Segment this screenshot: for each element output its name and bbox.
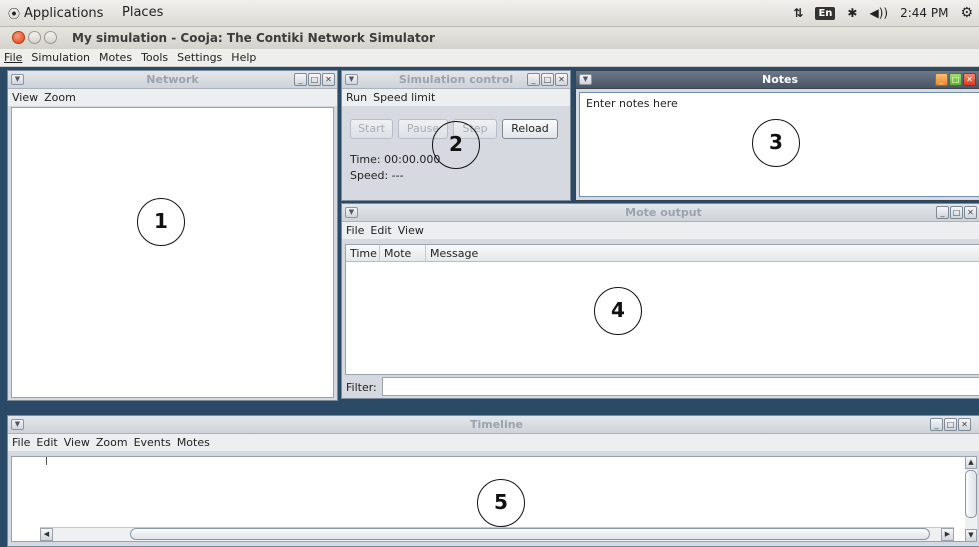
scroll-right-icon[interactable]: ▶ [941, 528, 954, 541]
minimize-icon[interactable]: _ [936, 206, 949, 219]
marker-5: 5 [477, 479, 525, 527]
menu-simulation[interactable]: Simulation [31, 49, 90, 66]
maximize-window-button[interactable] [44, 31, 57, 44]
simulation-control-menubar: Run Speed limit [342, 89, 570, 106]
maximize-icon[interactable]: □ [950, 206, 963, 219]
simulation-time: Time: 00:00.000 [350, 153, 441, 166]
time-cursor [46, 457, 47, 465]
window-title-bar[interactable]: My simulation - Cooja: The Contiki Netwo… [0, 27, 979, 49]
notes-title-bar[interactable]: ▼ Notes _ □ ✕ [576, 71, 979, 89]
minimize-icon[interactable]: _ [527, 73, 540, 86]
sim-menu-speed-limit[interactable]: Speed limit [373, 89, 435, 106]
menu-tools[interactable]: Tools [141, 49, 168, 66]
horizontal-scrollbar[interactable]: ◀ ▶ [40, 527, 954, 541]
scroll-up-icon[interactable]: ▲ [965, 456, 977, 469]
close-icon[interactable]: ✕ [555, 73, 568, 86]
close-icon[interactable]: ✕ [322, 73, 335, 86]
timeline-title: Timeline [469, 418, 524, 431]
network-title: Network [146, 73, 199, 86]
column-header-message[interactable]: Message [426, 245, 979, 262]
timeline-menu-motes[interactable]: Motes [177, 434, 210, 451]
menu-file[interactable]: File [4, 49, 22, 66]
menu-help[interactable]: Help [231, 49, 256, 66]
timeline-menubar: File Edit View Zoom Events Motes [8, 434, 979, 451]
volume-icon[interactable]: ◀)) [869, 6, 888, 20]
applications-menu[interactable]: ⦿ Applications [8, 5, 103, 22]
filter-label: Filter: [346, 381, 377, 394]
places-menu[interactable]: Places [122, 5, 163, 20]
settings-gear-icon[interactable]: ⚙ [960, 5, 973, 21]
network-icon[interactable]: ⇅ [793, 6, 803, 20]
mote-menu-view[interactable]: View [398, 222, 424, 239]
notes-title: Notes [761, 73, 799, 86]
system-tray: ⇅ En ✱ ◀)) 2:44 PM ⚙ [793, 5, 973, 21]
close-icon[interactable]: ✕ [958, 418, 971, 431]
simulation-control-title-bar[interactable]: ▼ Simulation control _ □ ✕ [342, 71, 570, 89]
maximize-icon[interactable]: □ [541, 73, 554, 86]
timeline-title-bar[interactable]: ▼ Timeline _ □ ✕ [8, 416, 979, 434]
vertical-scrollbar[interactable]: ▲ ▼ [965, 456, 977, 542]
minimize-icon[interactable]: _ [294, 73, 307, 86]
mote-output-title-bar[interactable]: ▼ Mote output _ □ ✕ [342, 204, 979, 222]
bluetooth-icon[interactable]: ✱ [847, 6, 857, 20]
marker-1: 1 [137, 198, 185, 246]
sim-menu-run[interactable]: Run [346, 89, 367, 106]
close-icon[interactable]: ✕ [964, 206, 977, 219]
scroll-down-icon[interactable]: ▼ [965, 529, 977, 542]
timeline-menu-view[interactable]: View [64, 434, 90, 451]
window-title: My simulation - Cooja: The Contiki Netwo… [72, 31, 435, 45]
vertical-scroll-thumb[interactable] [965, 470, 977, 518]
network-title-bar[interactable]: ▼ Network _ □ ✕ [8, 71, 337, 89]
top-panel: ⦿ Applications Places ⇅ En ✱ ◀)) 2:44 PM… [0, 0, 979, 27]
minimize-window-button[interactable] [28, 31, 41, 44]
maximize-icon[interactable]: □ [944, 418, 957, 431]
mote-output-table[interactable]: Time Mote Message [345, 244, 979, 375]
close-window-button[interactable] [12, 31, 25, 44]
timeline-menu-zoom[interactable]: Zoom [96, 434, 128, 451]
column-header-time[interactable]: Time [346, 245, 380, 262]
close-icon[interactable]: ✕ [963, 73, 976, 86]
menu-motes[interactable]: Motes [99, 49, 132, 66]
scroll-left-icon[interactable]: ◀ [40, 528, 53, 541]
minimize-icon[interactable]: _ [930, 418, 943, 431]
mote-menu-file[interactable]: File [346, 222, 364, 239]
start-button[interactable]: Start [350, 119, 393, 139]
mote-menu-edit[interactable]: Edit [370, 222, 391, 239]
mote-output-frame: ▼ Mote output _ □ ✕ File Edit View Time … [341, 203, 979, 399]
ubuntu-logo-icon: ⦿ [8, 7, 21, 21]
network-menu-view[interactable]: View [12, 89, 38, 106]
maximize-icon[interactable]: □ [949, 73, 962, 86]
timeline-menu-edit[interactable]: Edit [36, 434, 57, 451]
simulation-speed: Speed: --- [350, 169, 404, 182]
marker-4: 4 [594, 287, 642, 335]
minimize-icon[interactable]: _ [935, 73, 948, 86]
marker-3: 3 [752, 119, 800, 167]
timeline-menu-file[interactable]: File [12, 434, 30, 451]
mote-output-title: Mote output [625, 206, 702, 219]
horizontal-scroll-thumb[interactable] [130, 528, 930, 540]
filter-input[interactable] [382, 377, 979, 396]
network-menu-zoom[interactable]: Zoom [44, 89, 76, 106]
marker-2: 2 [432, 121, 480, 169]
maximize-icon[interactable]: □ [308, 73, 321, 86]
keyboard-layout-indicator[interactable]: En [815, 6, 836, 20]
main-menubar: File Simulation Motes Tools Settings Hel… [0, 49, 979, 67]
mote-output-menubar: File Edit View [342, 222, 979, 239]
menu-settings[interactable]: Settings [177, 49, 222, 66]
reload-button[interactable]: Reload [502, 119, 558, 139]
column-header-mote[interactable]: Mote [380, 245, 426, 262]
applications-label: Applications [24, 6, 104, 21]
timeline-menu-events[interactable]: Events [134, 434, 171, 451]
notes-text: Enter notes here [586, 97, 678, 110]
network-menubar: View Zoom [8, 89, 337, 106]
clock[interactable]: 2:44 PM [900, 6, 948, 20]
network-canvas[interactable] [11, 107, 334, 398]
